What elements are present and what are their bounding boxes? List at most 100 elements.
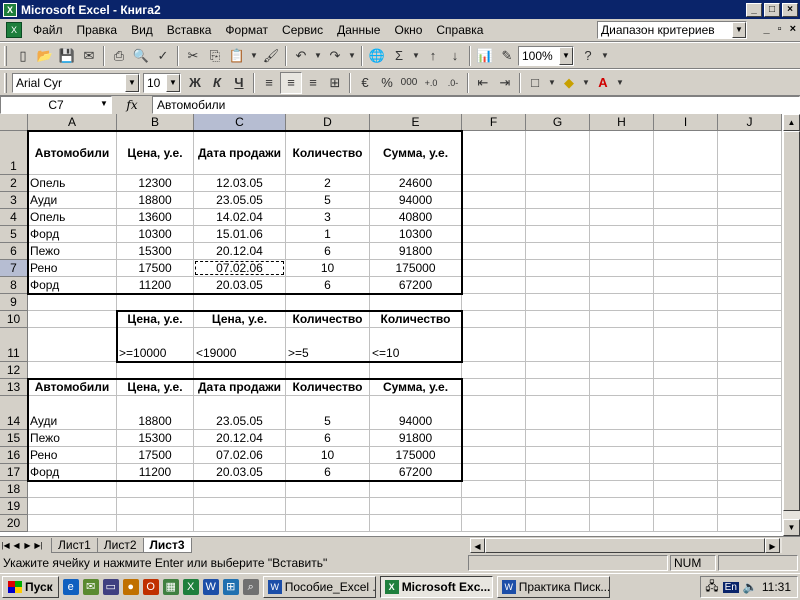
- toolbar-grip[interactable]: [4, 45, 7, 66]
- cell-b13[interactable]: Цена, у.е.: [117, 379, 194, 396]
- language-indicator[interactable]: En: [722, 581, 739, 593]
- cell-g10[interactable]: [526, 311, 590, 328]
- cell-d5[interactable]: 1: [286, 226, 370, 243]
- vertical-scroll-thumb[interactable]: [783, 131, 800, 511]
- cell-h13[interactable]: [590, 379, 654, 396]
- cell-i4[interactable]: [654, 209, 718, 226]
- cell-h15[interactable]: [590, 430, 654, 447]
- copy-icon[interactable]: ⎘: [204, 45, 226, 67]
- row-header-18[interactable]: 18: [0, 481, 28, 498]
- cell-h1[interactable]: [590, 131, 654, 175]
- cell-c20[interactable]: [194, 515, 286, 532]
- cell-d17[interactable]: 6: [286, 464, 370, 481]
- horizontal-scrollbar[interactable]: ◀ ▶: [470, 538, 782, 553]
- cell-g18[interactable]: [526, 481, 590, 498]
- cell-e2[interactable]: 24600: [370, 175, 462, 192]
- cell-a20[interactable]: [28, 515, 117, 532]
- cell-i1[interactable]: [654, 131, 718, 175]
- cell-f19[interactable]: [462, 498, 526, 515]
- row-header-19[interactable]: 19: [0, 498, 28, 515]
- cell-e20[interactable]: [370, 515, 462, 532]
- workbook-icon[interactable]: X: [6, 22, 22, 38]
- help-icon[interactable]: ?: [577, 45, 599, 67]
- cell-a9[interactable]: [28, 294, 117, 311]
- cell-d6[interactable]: 6: [286, 243, 370, 260]
- cell-j18[interactable]: [718, 481, 782, 498]
- cell-c15[interactable]: 20.12.04: [194, 430, 286, 447]
- cell-d9[interactable]: [286, 294, 370, 311]
- cell-e10[interactable]: Количество: [370, 311, 462, 328]
- menu-view[interactable]: Вид: [124, 23, 160, 37]
- cell-b17[interactable]: 11200: [117, 464, 194, 481]
- word-quicklaunch-icon[interactable]: W: [202, 579, 219, 595]
- cell-f20[interactable]: [462, 515, 526, 532]
- cell-i2[interactable]: [654, 175, 718, 192]
- cell-e8[interactable]: 67200: [370, 277, 462, 294]
- doc-restore-button[interactable]: ▫: [778, 23, 782, 35]
- menu-format[interactable]: Формат: [218, 23, 275, 37]
- media-player-icon[interactable]: ●: [122, 579, 139, 595]
- cell-c14[interactable]: 23.05.05: [194, 396, 286, 430]
- chart-wizard-icon[interactable]: 📊: [474, 45, 496, 67]
- cell-e7[interactable]: 175000: [370, 260, 462, 277]
- font-select[interactable]: Arial Cyr ▼: [12, 72, 140, 93]
- show-desktop-icon[interactable]: ▭: [102, 579, 119, 595]
- cell-g2[interactable]: [526, 175, 590, 192]
- cell-e14[interactable]: 94000: [370, 396, 462, 430]
- cell-e15[interactable]: 91800: [370, 430, 462, 447]
- cell-a1[interactable]: Автомобили: [28, 131, 117, 175]
- cell-e9[interactable]: [370, 294, 462, 311]
- cell-e13[interactable]: Сумма, у.е.: [370, 379, 462, 396]
- cell-d8[interactable]: 6: [286, 277, 370, 294]
- chevron-down-icon[interactable]: ▼: [614, 72, 626, 94]
- first-sheet-icon[interactable]: |◀: [0, 541, 11, 550]
- borders-icon[interactable]: □: [524, 72, 546, 94]
- cell-e18[interactable]: [370, 481, 462, 498]
- decrease-indent-icon[interactable]: ⇤: [472, 72, 494, 94]
- cell-b10[interactable]: Цена, у.е.: [117, 311, 194, 328]
- cell-c19[interactable]: [194, 498, 286, 515]
- cell-g12[interactable]: [526, 362, 590, 379]
- cell-d7[interactable]: 10: [286, 260, 370, 277]
- cell-f2[interactable]: [462, 175, 526, 192]
- cell-b7[interactable]: 17500: [117, 260, 194, 277]
- cell-e12[interactable]: [370, 362, 462, 379]
- sort-ascending-icon[interactable]: ↑: [422, 45, 444, 67]
- cell-h14[interactable]: [590, 396, 654, 430]
- cell-h19[interactable]: [590, 498, 654, 515]
- cell-h9[interactable]: [590, 294, 654, 311]
- chevron-down-icon[interactable]: ▼: [580, 72, 592, 94]
- cell-a16[interactable]: Рено: [28, 447, 117, 464]
- merge-center-icon[interactable]: ⊞: [324, 72, 346, 94]
- cell-h18[interactable]: [590, 481, 654, 498]
- cell-j17[interactable]: [718, 464, 782, 481]
- cell-d15[interactable]: 6: [286, 430, 370, 447]
- percent-button[interactable]: %: [376, 72, 398, 94]
- column-header-i[interactable]: I: [654, 114, 718, 131]
- cell-e4[interactable]: 40800: [370, 209, 462, 226]
- cell-j12[interactable]: [718, 362, 782, 379]
- cell-j13[interactable]: [718, 379, 782, 396]
- cell-j3[interactable]: [718, 192, 782, 209]
- menu-help[interactable]: Справка: [429, 23, 490, 37]
- cell-h12[interactable]: [590, 362, 654, 379]
- cell-f15[interactable]: [462, 430, 526, 447]
- cell-g13[interactable]: [526, 379, 590, 396]
- cell-d10[interactable]: Количество: [286, 311, 370, 328]
- menu-edit[interactable]: Правка: [70, 23, 125, 37]
- cell-i5[interactable]: [654, 226, 718, 243]
- cell-j14[interactable]: [718, 396, 782, 430]
- cell-b12[interactable]: [117, 362, 194, 379]
- chevron-down-icon[interactable]: ▼: [346, 45, 358, 67]
- cell-j9[interactable]: [718, 294, 782, 311]
- doc-minimize-button[interactable]: _: [764, 23, 770, 35]
- align-center-icon[interactable]: ≡: [280, 71, 302, 94]
- cell-j1[interactable]: [718, 131, 782, 175]
- cell-c9[interactable]: [194, 294, 286, 311]
- row-header-5[interactable]: 5: [0, 226, 28, 243]
- cell-d18[interactable]: [286, 481, 370, 498]
- help-question-box[interactable]: Диапазон критериев ▼: [597, 21, 747, 39]
- tab-sheet3[interactable]: Лист3: [142, 537, 192, 553]
- taskbar-button-excel[interactable]: X Microsoft Exc...: [379, 576, 493, 598]
- cell-i3[interactable]: [654, 192, 718, 209]
